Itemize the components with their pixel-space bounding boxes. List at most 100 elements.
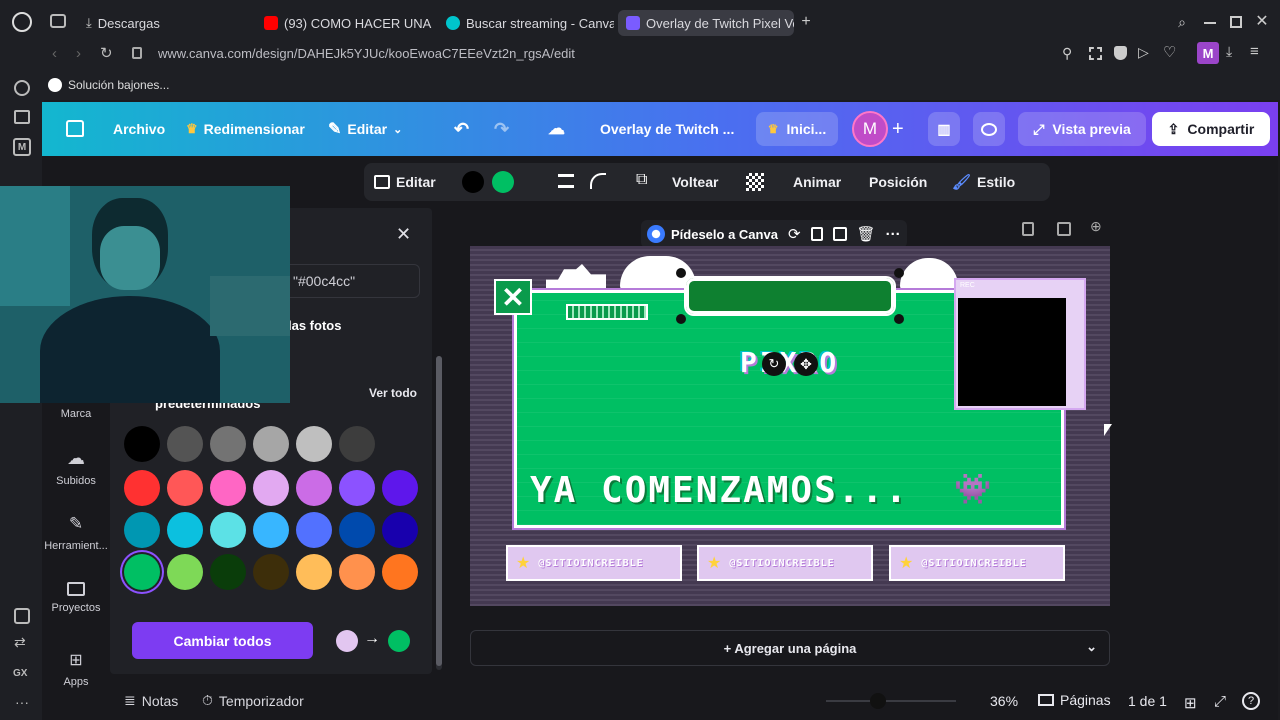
extensions-icon[interactable] <box>14 608 30 624</box>
trash-icon[interactable]: 🗑 <box>857 225 876 243</box>
color-swatch[interactable] <box>296 426 332 462</box>
estilo-button[interactable]: 🖌 Estilo <box>952 163 1015 201</box>
more-options-icon[interactable]: ··· <box>886 226 901 243</box>
panel-scrollbar[interactable] <box>436 356 442 670</box>
pixro-title[interactable]: PIXRO <box>740 346 839 379</box>
rail-marca[interactable]: Marca <box>42 408 110 420</box>
new-tab-icon[interactable]: + <box>798 13 814 30</box>
bookmark-item[interactable]: Solución bajones... <box>48 78 169 92</box>
back-icon[interactable]: ‹ <box>52 45 57 62</box>
color-swatch[interactable] <box>339 470 375 506</box>
color-swatch[interactable] <box>167 512 203 548</box>
opera-logo-icon[interactable] <box>12 12 32 32</box>
webcam-frame[interactable]: REC <box>954 278 1086 410</box>
flow-icon[interactable]: ⇄ <box>14 634 26 651</box>
color-swatch[interactable] <box>167 470 203 506</box>
color-swatch[interactable] <box>339 554 375 590</box>
stroke-weight-icon[interactable] <box>558 174 574 188</box>
color-swatch[interactable] <box>339 512 375 548</box>
color-swatch[interactable] <box>296 470 332 506</box>
cambiar-todos-button[interactable]: Cambiar todos <box>132 622 313 659</box>
resize-handle[interactable] <box>894 268 904 278</box>
tab-canva-search[interactable]: Buscar streaming - Canva <box>438 10 614 36</box>
archivo-menu[interactable]: Archivo <box>113 102 165 156</box>
url-field[interactable]: www.canva.com/design/DAHEJk5YJUc/kooEwoa… <box>158 46 575 61</box>
comment-add-icon[interactable]: ⟳ <box>788 225 801 243</box>
snapshot-icon[interactable] <box>1089 47 1102 60</box>
reload-icon[interactable]: ↻ <box>100 44 113 62</box>
color-swatch[interactable] <box>382 554 418 590</box>
social-badge[interactable]: ★ @SITIOINCREIBLE <box>889 545 1065 581</box>
ya-comenzamos-text[interactable]: YA COMENZAMOS... <box>530 470 909 511</box>
selected-pill-shape[interactable] <box>684 276 896 316</box>
insights-button[interactable]: ▥ <box>928 112 960 146</box>
color-swatch[interactable] <box>382 470 418 506</box>
rail-herramientas[interactable]: ✎ Herramient... <box>42 514 110 552</box>
color-swatch[interactable] <box>210 470 246 506</box>
ver-todo-link[interactable]: Ver todo <box>369 386 417 400</box>
paginas-button[interactable]: Páginas <box>1038 692 1111 708</box>
more-icon[interactable]: ··· <box>15 694 29 710</box>
help-icon[interactable]: ? <box>1242 692 1260 710</box>
color-swatch[interactable] <box>210 554 246 590</box>
downloads-icon[interactable]: ⤓ <box>1226 43 1232 60</box>
resize-handle[interactable] <box>894 314 904 324</box>
color-swatch[interactable] <box>124 426 160 462</box>
rail-subidos[interactable]: ☁ Subidos <box>42 448 110 487</box>
rail-apps[interactable]: ⊞ Apps <box>42 650 110 688</box>
messenger-icon[interactable]: M <box>13 138 31 156</box>
social-badge[interactable]: ★ @SITIOINCREIBLE <box>697 545 873 581</box>
posicion-button[interactable]: Posición <box>869 163 927 201</box>
play-icon[interactable]: ▷ <box>1138 44 1149 61</box>
compartir-button[interactable]: ⇪ Compartir <box>1152 112 1270 146</box>
pin-icon[interactable]: ⚲ <box>1062 45 1072 62</box>
duplicate-icon[interactable] <box>832 227 847 241</box>
color-swatch[interactable] <box>253 470 289 506</box>
minimize-icon[interactable] <box>1204 22 1216 24</box>
cloud-save-icon[interactable]: ☁ <box>548 102 565 156</box>
add-collaborator-icon[interactable]: + <box>892 118 904 141</box>
vista-previa-button[interactable]: ⤢ Vista previa <box>1018 112 1146 146</box>
crop-icon[interactable]: ⧉ <box>636 171 647 189</box>
page-duplicate-icon[interactable] <box>1057 222 1071 236</box>
zoom-slider-thumb[interactable] <box>870 693 886 709</box>
zoom-level[interactable]: 36% <box>990 693 1018 709</box>
maximize-icon[interactable] <box>1230 16 1242 28</box>
search-icon[interactable]: ⌕ <box>1174 14 1190 30</box>
move-handle-icon[interactable]: ✥ <box>794 352 818 376</box>
color-swatch[interactable] <box>296 512 332 548</box>
redimensionar-button[interactable]: ♛ Redimensionar <box>186 102 305 156</box>
page-lock-icon[interactable] <box>1022 222 1034 236</box>
color-swatch[interactable] <box>124 554 160 590</box>
color-swatch[interactable] <box>210 512 246 548</box>
color-swatch[interactable] <box>124 512 160 548</box>
color-black-swatch[interactable] <box>462 171 484 193</box>
aria-icon[interactable] <box>14 80 30 96</box>
transparency-icon[interactable] <box>746 173 764 191</box>
ask-canva-button[interactable]: Pídeselo a Canva <box>647 225 778 243</box>
close-panel-icon[interactable]: ✕ <box>396 224 411 245</box>
fullscreen-icon[interactable]: ⤢ <box>1214 693 1226 710</box>
undo-icon[interactable]: ↶ <box>454 102 469 156</box>
color-swatch[interactable] <box>253 426 289 462</box>
color-swatch[interactable] <box>382 512 418 548</box>
animar-button[interactable]: Animar <box>793 163 841 201</box>
document-title[interactable]: Overlay de Twitch ... <box>600 102 734 156</box>
color-swatch[interactable] <box>339 426 375 462</box>
crypto-wallet-icon[interactable] <box>14 110 30 124</box>
workspaces-icon[interactable] <box>50 14 66 28</box>
profile-avatar[interactable]: M <box>1197 42 1219 64</box>
gx-label[interactable]: GX <box>13 668 27 679</box>
resize-handle[interactable] <box>676 268 686 278</box>
color-green-swatch[interactable] <box>492 171 514 193</box>
rotate-handle-icon[interactable]: ↻ <box>762 352 786 376</box>
comments-button[interactable] <box>973 112 1005 146</box>
color-swatch[interactable] <box>253 554 289 590</box>
user-avatar[interactable]: M <box>852 111 888 147</box>
tab-overlay-active[interactable]: Overlay de Twitch Pixel Ve <box>618 10 794 36</box>
iniciar-prueba-button[interactable]: ♛ Inici... <box>756 112 838 146</box>
rail-proyectos[interactable]: Proyectos <box>42 582 110 614</box>
menu-icon[interactable]: ≡ <box>1250 43 1259 60</box>
tab-youtube[interactable]: (93) COMO HACER UNA P <box>256 10 432 36</box>
resize-handle[interactable] <box>676 314 686 324</box>
